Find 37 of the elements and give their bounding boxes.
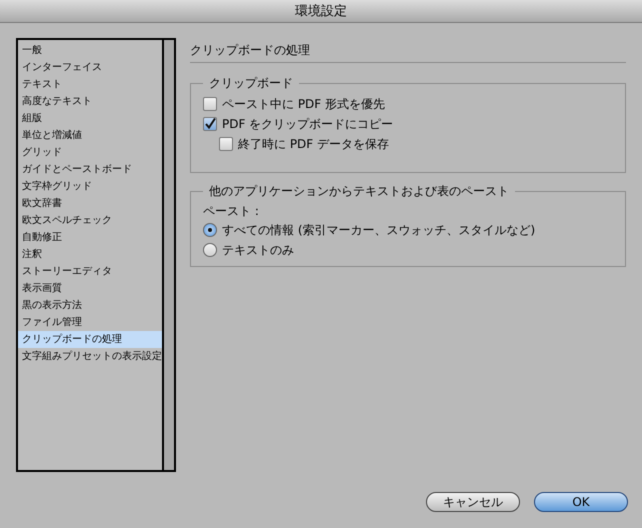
sidebar-item[interactable]: グリッド (18, 144, 162, 161)
radio-label: すべての情報 (索引マーカー、スウォッチ、スタイルなど) (222, 222, 536, 238)
radio-button[interactable] (203, 243, 217, 257)
checkbox[interactable] (203, 117, 217, 131)
sidebar-item[interactable]: ストーリーエディタ (18, 263, 162, 280)
sidebar-item[interactable]: 高度なテキスト (18, 93, 162, 110)
sidebar-item[interactable]: インターフェイス (18, 59, 162, 76)
sidebar-item[interactable]: ファイル管理 (18, 314, 162, 331)
sidebar-item[interactable]: 自動修正 (18, 229, 162, 246)
checkbox-label: 終了時に PDF データを保存 (238, 136, 390, 152)
sidebar-item[interactable]: 注釈 (18, 246, 162, 263)
checkbox-label: ペースト中に PDF 形式を優先 (222, 96, 386, 112)
group-legend: クリップボード (203, 75, 299, 92)
sidebar-item[interactable]: 組版 (18, 110, 162, 127)
sidebar-item[interactable]: 欧文辞書 (18, 195, 162, 212)
radio-label: テキストのみ (222, 242, 294, 258)
sidebar-item[interactable]: 単位と増減値 (18, 127, 162, 144)
sidebar-item[interactable]: 文字枠グリッド (18, 178, 162, 195)
sidebar-item[interactable]: 黒の表示方法 (18, 297, 162, 314)
sidebar-item[interactable]: 文字組みプリセットの表示設定 (18, 348, 162, 365)
sidebar-item[interactable]: クリップボードの処理 (18, 331, 162, 348)
radio-button[interactable] (203, 223, 217, 237)
checkbox-label: PDF をクリップボードにコピー (222, 116, 394, 132)
window-title: 環境設定 (295, 3, 347, 20)
scrollbar[interactable] (164, 40, 174, 470)
sidebar-item[interactable]: 一般 (18, 42, 162, 59)
cancel-button[interactable]: キャンセル (426, 492, 520, 512)
sidebar-item[interactable]: 表示画質 (18, 280, 162, 297)
ok-button[interactable]: OK (534, 492, 628, 512)
section-title: クリップボードの処理 (190, 38, 626, 63)
checkbox[interactable] (219, 137, 233, 151)
sidebar-item[interactable]: テキスト (18, 76, 162, 93)
checkbox[interactable] (203, 97, 217, 111)
group-legend: 他のアプリケーションからテキストおよび表のペースト (203, 183, 515, 200)
sidebar-item[interactable]: ガイドとペーストボード (18, 161, 162, 178)
paste-caption: ペースト : (203, 203, 260, 220)
sidebar-item[interactable]: 欧文スペルチェック (18, 212, 162, 229)
